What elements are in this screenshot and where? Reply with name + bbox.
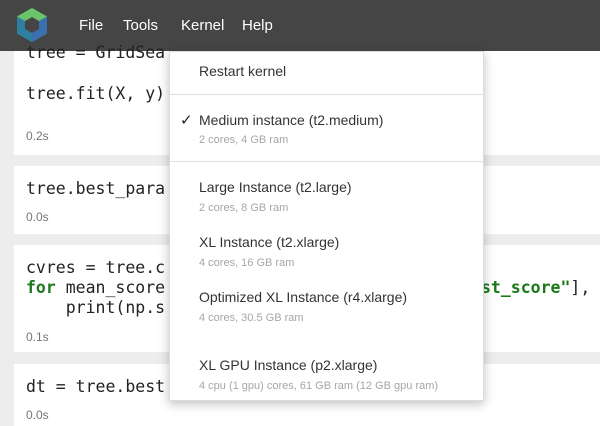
instance-specs: 4 cores, 30.5 GB ram	[199, 312, 304, 324]
code-line: tree.fit(X, y)	[26, 84, 166, 103]
restart-kernel-label: Restart kernel	[199, 63, 287, 79]
instance-specs: 2 cores, 8 GB ram	[199, 202, 289, 214]
execution-time: 0.0s	[26, 408, 49, 422]
instance-item-medium[interactable]: ✓ Medium instance (t2.medium) 2 cores, 4…	[170, 95, 483, 161]
kernel-dropdown-menu: Restart kernel ✓ Medium instance (t2.med…	[169, 51, 484, 401]
restart-kernel-item[interactable]: Restart kernel	[170, 52, 483, 94]
menu-tools[interactable]: Tools	[123, 17, 158, 34]
execution-time: 0.1s	[26, 330, 49, 344]
execution-time: 0.2s	[26, 129, 49, 143]
code-line-tail: st_score"],	[481, 278, 590, 298]
instance-label: Medium instance (t2.medium)	[199, 112, 384, 128]
instance-label: Large Instance (t2.large)	[199, 179, 352, 195]
instance-label: Optimized XL Instance (r4.xlarge)	[199, 289, 408, 305]
code-line: for mean_score	[26, 278, 165, 298]
instance-specs: 4 cores, 16 GB ram	[199, 257, 295, 269]
code-line: dt = tree.best	[26, 377, 166, 396]
checkmark-icon: ✓	[180, 112, 193, 129]
execution-time: 0.0s	[26, 210, 49, 224]
code-line: print(np.s	[26, 298, 166, 317]
code-line: tree = GridSea	[26, 43, 166, 62]
keyword-for: for	[26, 278, 56, 297]
instance-item-large[interactable]: Large Instance (t2.large) 2 cores, 8 GB …	[170, 162, 483, 216]
string-literal: st_score"	[481, 278, 571, 297]
app-logo-icon[interactable]	[14, 7, 50, 43]
code-text: mean_score	[55, 278, 166, 297]
code-line: tree.best_para	[26, 179, 166, 198]
instance-item-xl[interactable]: XL Instance (t2.xlarge) 4 cores, 16 GB r…	[170, 216, 483, 271]
menu-kernel[interactable]: Kernel	[181, 17, 224, 34]
instance-specs: 2 cores, 4 GB ram	[199, 134, 289, 146]
instance-specs: 4 cpu (1 gpu) cores, 61 GB ram (12 GB gp…	[199, 380, 439, 392]
menu-help[interactable]: Help	[242, 17, 273, 34]
instance-item-xl-gpu[interactable]: XL GPU Instance (p2.xlarge) 4 cpu (1 gpu…	[170, 331, 483, 401]
instance-item-optimized-xl[interactable]: Optimized XL Instance (r4.xlarge) 4 core…	[170, 271, 483, 331]
code-line: cvres = tree.c	[26, 258, 166, 277]
menu-file[interactable]: File	[79, 17, 103, 34]
instance-label: XL Instance (t2.xlarge)	[199, 234, 340, 250]
instance-label: XL GPU Instance (p2.xlarge)	[199, 357, 378, 373]
code-text: ],	[570, 278, 591, 297]
